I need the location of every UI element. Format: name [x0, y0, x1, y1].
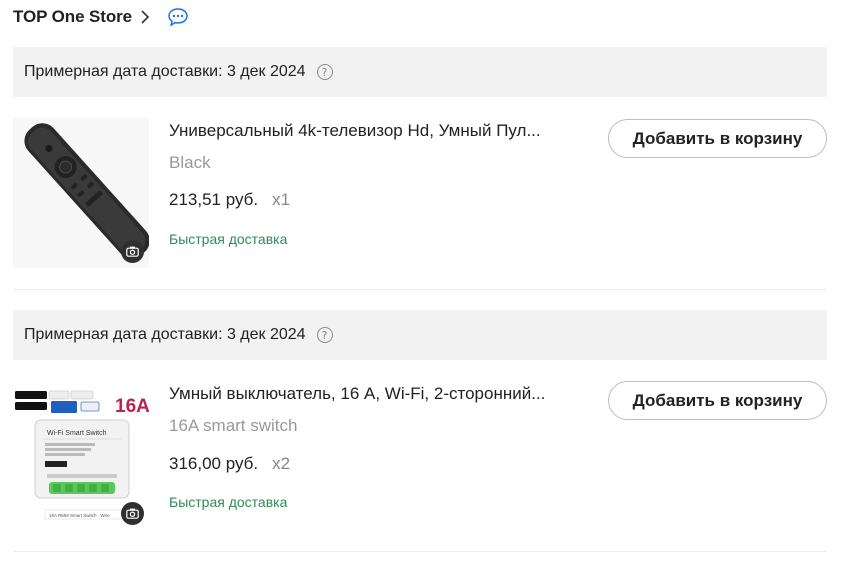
delivery-date-label: Примерная дата доставки: 3 дек 2024: [24, 63, 306, 80]
delivery-date-label: Примерная дата доставки: 3 дек 2024: [24, 326, 306, 343]
store-name[interactable]: TOP One Store: [13, 7, 132, 27]
store-header[interactable]: TOP One Store: [13, 5, 189, 29]
product-quantity: x2: [272, 454, 291, 473]
divider: [13, 551, 827, 552]
product-quantity: x1: [272, 190, 291, 209]
product-image[interactable]: [13, 118, 149, 268]
help-icon[interactable]: ?: [316, 64, 333, 80]
chevron-right-icon[interactable]: [140, 10, 152, 24]
divider: [13, 289, 827, 290]
delivery-date-bar: Примерная дата доставки: 3 дек 2024 ?: [13, 47, 827, 97]
fast-delivery-label: Быстрая доставка: [169, 494, 288, 510]
switch-caption-text: 16A RMM Smart Switch · Wire: [49, 513, 110, 518]
camera-icon[interactable]: [121, 502, 144, 525]
product-price-row: 316,00 руб. x2: [169, 454, 290, 474]
product-title[interactable]: Универсальный 4k-телевизор Hd, Умный Пул…: [169, 121, 541, 141]
product-price-row: 213,51 руб. x1: [169, 190, 290, 210]
product-title[interactable]: Умный выключатель, 16 А, Wi-Fi, 2-сторон…: [169, 384, 545, 404]
product-price: 316,00 руб.: [169, 454, 259, 473]
chat-icon[interactable]: [167, 7, 189, 27]
product-price: 213,51 руб.: [169, 190, 259, 209]
camera-icon[interactable]: [121, 240, 144, 263]
add-to-cart-button[interactable]: Добавить в корзину: [608, 381, 827, 420]
add-to-cart-button[interactable]: Добавить в корзину: [608, 119, 827, 158]
delivery-date-bar: Примерная дата доставки: 3 дек 2024 ?: [13, 310, 827, 360]
switch-device-title: Wi-Fi Smart Switch: [47, 430, 107, 437]
product-image[interactable]: 16A Wi-Fi Smart Switch 16A RMM Smart Swi…: [13, 380, 149, 530]
product-variant: Black: [169, 153, 211, 172]
help-icon[interactable]: ?: [316, 327, 333, 343]
product-variant: 16A smart switch: [169, 416, 298, 435]
switch-badge-text: 16A: [115, 396, 149, 417]
fast-delivery-label: Быстрая доставка: [169, 231, 288, 247]
